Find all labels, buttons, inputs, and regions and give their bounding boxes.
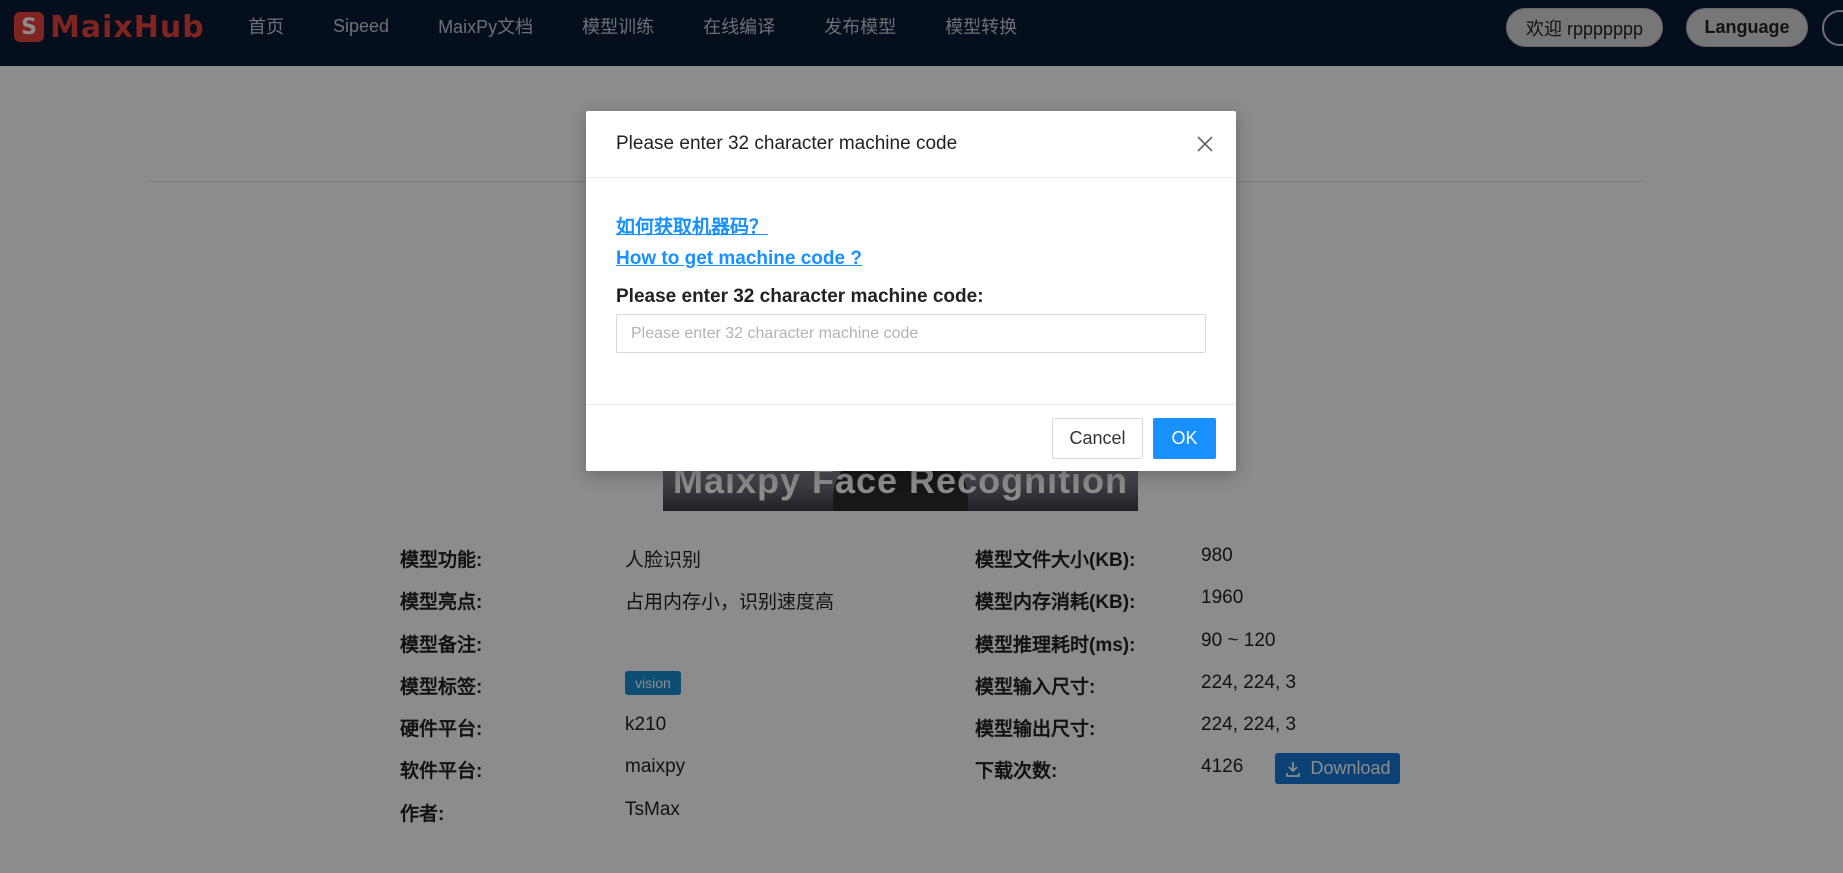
machine-code-input[interactable] — [616, 314, 1206, 353]
help-link-chinese[interactable]: 如何获取机器码？ — [616, 212, 1206, 243]
cancel-button[interactable]: Cancel — [1052, 418, 1143, 459]
help-link-english[interactable]: How to get machine code ? — [616, 243, 1206, 274]
ok-button[interactable]: OK — [1153, 418, 1216, 459]
dialog-footer: Cancel OK — [586, 404, 1236, 471]
dialog-header: Please enter 32 character machine code — [586, 111, 1236, 178]
dialog-title: Please enter 32 character machine code — [616, 133, 958, 154]
dialog-body: 如何获取机器码？ How to get machine code ? Pleas… — [586, 178, 1236, 353]
close-icon[interactable] — [1196, 135, 1214, 153]
machine-code-label: Please enter 32 character machine code: — [616, 286, 984, 307]
machine-code-dialog: Please enter 32 character machine code 如… — [586, 111, 1236, 471]
